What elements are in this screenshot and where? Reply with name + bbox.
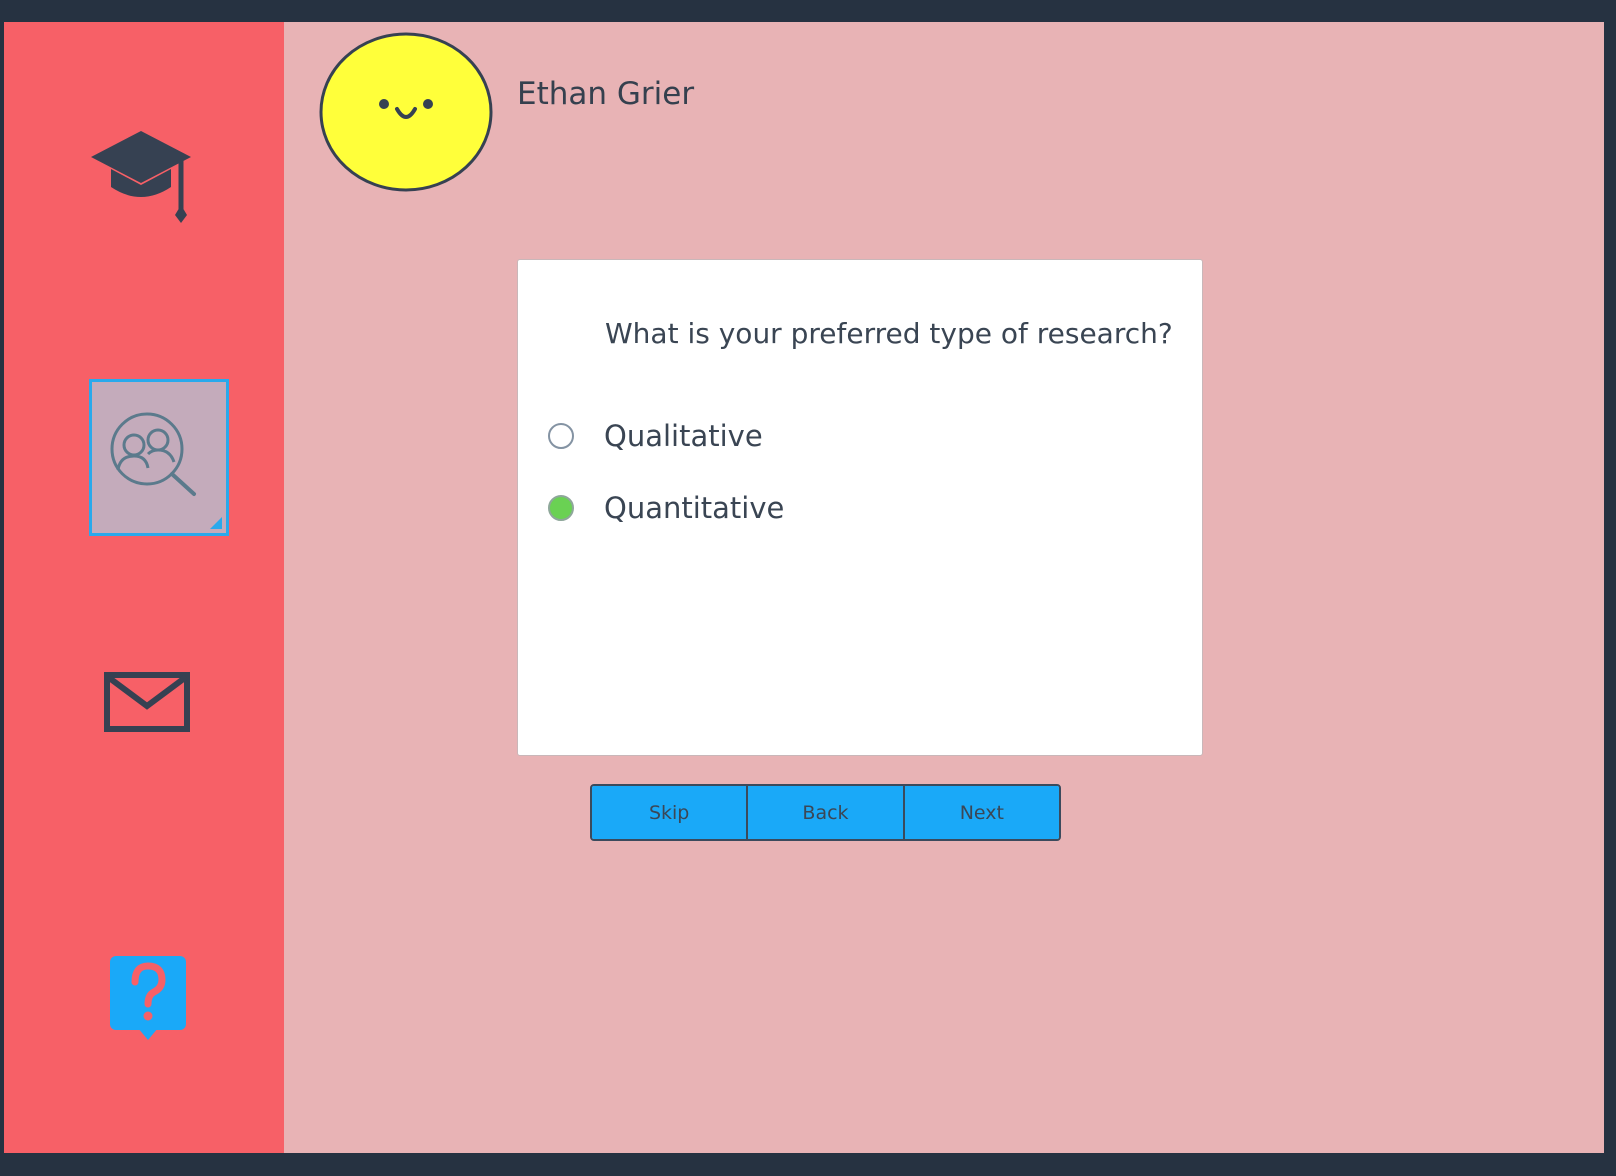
next-button[interactable]: Next: [902, 786, 1059, 839]
sidebar: [4, 22, 284, 1153]
option-qualitative[interactable]: Qualitative: [548, 416, 948, 456]
option-label: Qualitative: [604, 419, 763, 453]
question-card: What is your preferred type of research?…: [517, 259, 1203, 756]
resize-corner-icon: [210, 517, 222, 529]
radio-qualitative[interactable]: [548, 423, 574, 449]
skip-button[interactable]: Skip: [592, 786, 747, 839]
user-name: Ethan Grier: [517, 76, 695, 112]
avatar[interactable]: [318, 31, 494, 194]
nav-item-help[interactable]: [108, 954, 188, 1046]
app-frame: Ethan Grier What is your preferred type …: [4, 22, 1604, 1153]
graduation-cap-icon: [91, 131, 191, 223]
option-quantitative[interactable]: Quantitative: [548, 488, 948, 528]
mail-icon: [104, 672, 190, 732]
question-text: What is your preferred type of research?: [605, 317, 1173, 350]
nav-item-courses[interactable]: [86, 123, 196, 243]
option-label: Quantitative: [604, 491, 785, 525]
radio-quantitative[interactable]: [548, 495, 574, 521]
back-button[interactable]: Back: [746, 786, 903, 839]
navigation-button-group: Skip Back Next: [590, 784, 1061, 841]
help-question-icon: [110, 956, 186, 1040]
smiley-face-icon: [319, 32, 493, 192]
people-search-icon: [110, 412, 196, 496]
nav-item-research[interactable]: [89, 379, 229, 536]
nav-item-messages[interactable]: [104, 670, 192, 734]
